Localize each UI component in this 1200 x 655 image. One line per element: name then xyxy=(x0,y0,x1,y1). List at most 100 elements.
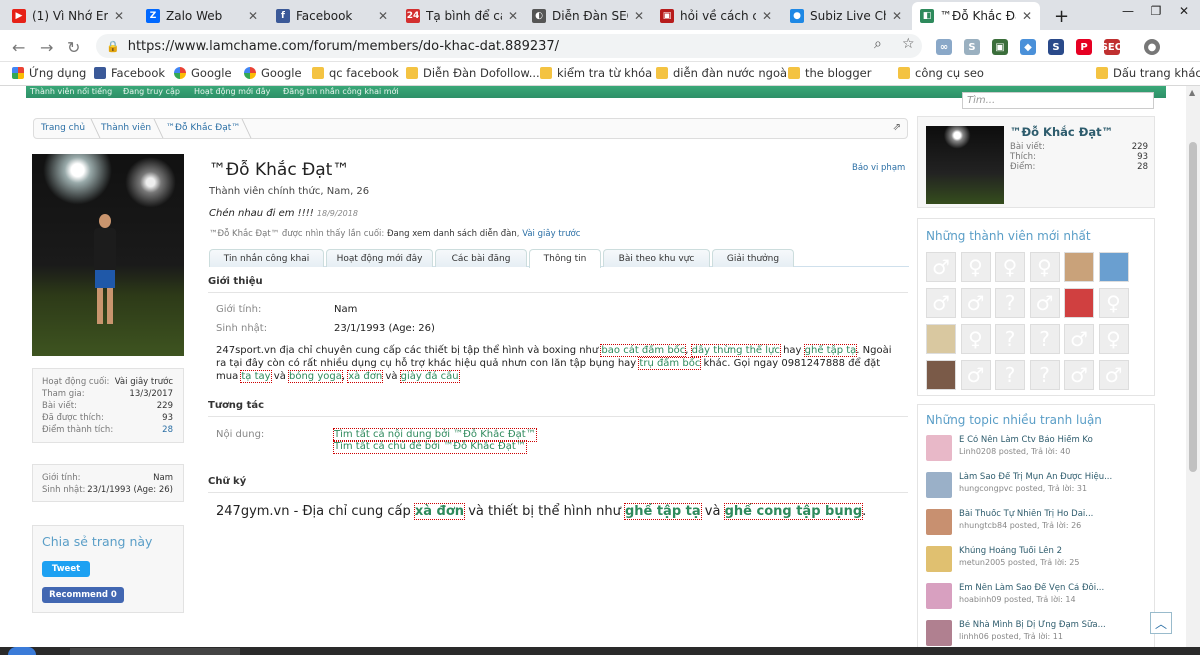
close-tab-icon[interactable]: ✕ xyxy=(248,9,258,23)
female-avatar-icon[interactable]: ♀ xyxy=(960,252,991,282)
close-tab-icon[interactable]: ✕ xyxy=(114,9,124,23)
start-button[interactable] xyxy=(8,647,36,655)
topic-item[interactable]: Khủng Hoảng Tuổi Lên 2 metun2005 posted, … xyxy=(926,546,1151,580)
nav-online-now[interactable]: Đang truy cập xyxy=(123,87,180,96)
male-avatar-icon[interactable]: ♂ xyxy=(960,360,991,390)
bookmark-item[interactable]: công cụ seo xyxy=(898,66,984,80)
male-avatar-icon[interactable]: ♂ xyxy=(1098,360,1129,390)
about-link-xa-don[interactable]: xà đơn xyxy=(347,370,384,383)
bookmark-item[interactable]: qc facebook xyxy=(312,66,399,80)
about-link-tru-dam-boc[interactable]: trụ đấm bốc xyxy=(638,357,702,370)
topic-item[interactable]: Làm Sao Để Trị Mụn Ẩn Được Hiệu... hungco… xyxy=(926,472,1151,506)
about-link-giay-da-cau[interactable]: giày đá cầu xyxy=(399,370,460,383)
bookmark-star-icon[interactable]: ☆ xyxy=(902,36,915,52)
profile-avatar[interactable] xyxy=(32,154,184,356)
find-all-threads-link[interactable]: Tìm tất cả chủ đề bởi ™Đỗ Khắc Đạt™ xyxy=(333,440,527,454)
bookmark-item[interactable]: Facebook xyxy=(94,66,165,80)
unknown-avatar-icon[interactable]: ? xyxy=(995,288,1025,318)
bookmark-item[interactable]: Google xyxy=(174,66,232,80)
male-avatar-icon[interactable]: ♂ xyxy=(926,288,956,318)
scrollbar-thumb[interactable] xyxy=(1189,142,1197,472)
find-all-posts-link[interactable]: Tìm tất cả nội dung bởi ™Đỗ Khắc Đạt™ xyxy=(333,428,537,442)
last-seen-time[interactable]: Vài giây trước xyxy=(522,229,580,239)
breadcrumb-members[interactable]: Thành viên xyxy=(101,123,151,133)
unknown-avatar-icon[interactable]: ? xyxy=(995,324,1025,354)
visitor-name[interactable]: ™Đỗ Khắc Đạt™ xyxy=(1010,125,1113,139)
bookmark-item[interactable]: kiểm tra từ khóa xyxy=(540,66,652,80)
extension-s-icon[interactable]: S xyxy=(1048,39,1064,55)
close-tab-icon[interactable]: ✕ xyxy=(762,9,772,23)
topic-item[interactable]: Em Nên Làm Sao Để Vẹn Cả Đôi... hoabinh09… xyxy=(926,583,1151,617)
topic-thumbnail[interactable] xyxy=(926,620,952,646)
tab-postings[interactable]: Các bài đăng xyxy=(435,249,527,267)
topic-title[interactable]: Em Nên Làm Sao Để Vẹn Cả Đôi... xyxy=(959,583,1149,593)
tab-trophies[interactable]: Giải thưởng xyxy=(712,249,794,267)
topic-item[interactable]: Bài Thuốc Tự Nhiên Trị Ho Dai... nhungtcb… xyxy=(926,509,1151,543)
browser-tab[interactable]: ▶ (1) Vì Nhớ Em ✕ xyxy=(4,2,132,30)
points-link[interactable]: 28 xyxy=(162,425,173,435)
breadcrumb-home[interactable]: Trang chủ xyxy=(41,123,85,133)
topic-user[interactable]: hungcongpvc xyxy=(959,484,1013,493)
bookmark-item[interactable]: Dấu trang khác xyxy=(1096,66,1200,80)
facebook-recommend-button[interactable]: Recommend 0 xyxy=(42,587,124,603)
topic-user[interactable]: hoabinh09 xyxy=(959,595,1002,604)
close-tab-icon[interactable]: ✕ xyxy=(634,9,644,23)
about-link-ta-tay[interactable]: tạ tay xyxy=(240,370,272,383)
nav-new-profile-posts[interactable]: Đăng tin nhắn công khai mới xyxy=(283,87,399,96)
topic-user[interactable]: metun2005 xyxy=(959,558,1005,567)
taskbar-item[interactable] xyxy=(70,648,240,655)
tab-posts-by-area[interactable]: Bài theo khu vực xyxy=(603,249,710,267)
unknown-avatar-icon[interactable]: ? xyxy=(1029,324,1060,354)
topic-thumbnail[interactable] xyxy=(926,472,952,498)
tab-profile-posts[interactable]: Tin nhắn công khai xyxy=(209,249,324,267)
restore-button[interactable]: ❐ xyxy=(1142,0,1170,22)
profile-avatar-icon[interactable]: ● xyxy=(1144,39,1160,55)
tweet-button[interactable]: Tweet xyxy=(42,561,90,577)
new-tab-button[interactable]: + xyxy=(1046,2,1072,30)
female-avatar-icon[interactable]: ♀ xyxy=(1029,252,1060,282)
topic-user[interactable]: Linh0208 xyxy=(959,447,996,456)
scroll-to-top-button[interactable]: ︿ xyxy=(1150,612,1172,634)
topic-title[interactable]: Khủng Hoảng Tuổi Lên 2 xyxy=(959,546,1149,556)
male-avatar-icon[interactable]: ♂ xyxy=(1064,360,1094,390)
nav-famous-members[interactable]: Thành viên nổi tiếng xyxy=(30,87,112,96)
topic-thumbnail[interactable] xyxy=(926,583,952,609)
zoom-icon[interactable]: ⌕ xyxy=(874,36,882,52)
bookmark-item[interactable]: Diễn Đàn Dofollow... xyxy=(406,66,540,80)
browser-tab[interactable]: 24 Tạ bình để cao ✕ xyxy=(398,2,526,30)
browser-tab[interactable]: ◐ Diễn Đàn SEO ✕ xyxy=(524,2,652,30)
external-link-icon[interactable]: ⇗ xyxy=(893,122,901,133)
about-link-bao-cat[interactable]: bao cát đấm bốc xyxy=(600,344,687,357)
topic-title[interactable]: Bài Thuốc Tự Nhiên Trị Ho Dai... xyxy=(959,509,1149,519)
extension-skype-icon[interactable]: S xyxy=(964,39,980,55)
female-avatar-icon[interactable]: ♀ xyxy=(1098,288,1129,318)
close-tab-icon[interactable]: ✕ xyxy=(892,9,902,23)
topic-user[interactable]: linhh06 xyxy=(959,632,989,641)
browser-tab[interactable]: ▣ hỏi về cách chế ✕ xyxy=(652,2,780,30)
male-avatar-icon[interactable]: ♂ xyxy=(1029,288,1060,318)
male-avatar-icon[interactable]: ♂ xyxy=(960,288,991,318)
unknown-avatar-icon[interactable]: ? xyxy=(995,360,1025,390)
male-avatar-icon[interactable]: ♂ xyxy=(926,252,956,282)
page-scrollbar[interactable]: ▲ xyxy=(1186,86,1200,655)
extension-seo-icon[interactable]: SEO xyxy=(1101,39,1123,55)
member-avatar[interactable] xyxy=(926,360,956,390)
report-link[interactable]: Báo vi phạm xyxy=(852,163,905,173)
browser-tab[interactable]: f Facebook ✕ xyxy=(268,2,396,30)
topic-title[interactable]: Bé Nhà Mình Bị Dị Ứng Đạm Sữa... xyxy=(959,620,1149,630)
topic-title[interactable]: E Có Nên Làm Ctv Bảo Hiểm Ko xyxy=(959,435,1149,445)
topic-user[interactable]: nhungtcb84 xyxy=(959,521,1007,530)
tab-information[interactable]: Thông tin xyxy=(529,249,601,268)
topic-thumbnail[interactable] xyxy=(926,509,952,535)
visitor-avatar[interactable] xyxy=(926,126,1004,204)
close-window-button[interactable]: ✕ xyxy=(1170,0,1198,22)
close-tab-icon[interactable]: ✕ xyxy=(1022,9,1032,23)
bookmark-item[interactable]: Google xyxy=(244,66,302,80)
reload-icon[interactable]: ↻ xyxy=(67,38,80,57)
tab-recent-activity[interactable]: Hoạt động mới đây xyxy=(326,249,433,267)
member-avatar[interactable] xyxy=(1064,252,1094,282)
member-avatar[interactable] xyxy=(926,324,956,354)
extension-link-icon[interactable]: ∞ xyxy=(936,39,952,55)
topic-thumbnail[interactable] xyxy=(926,546,952,572)
address-bar[interactable]: 🔒 https://www.lamchame.com/forum/members… xyxy=(96,34,922,58)
